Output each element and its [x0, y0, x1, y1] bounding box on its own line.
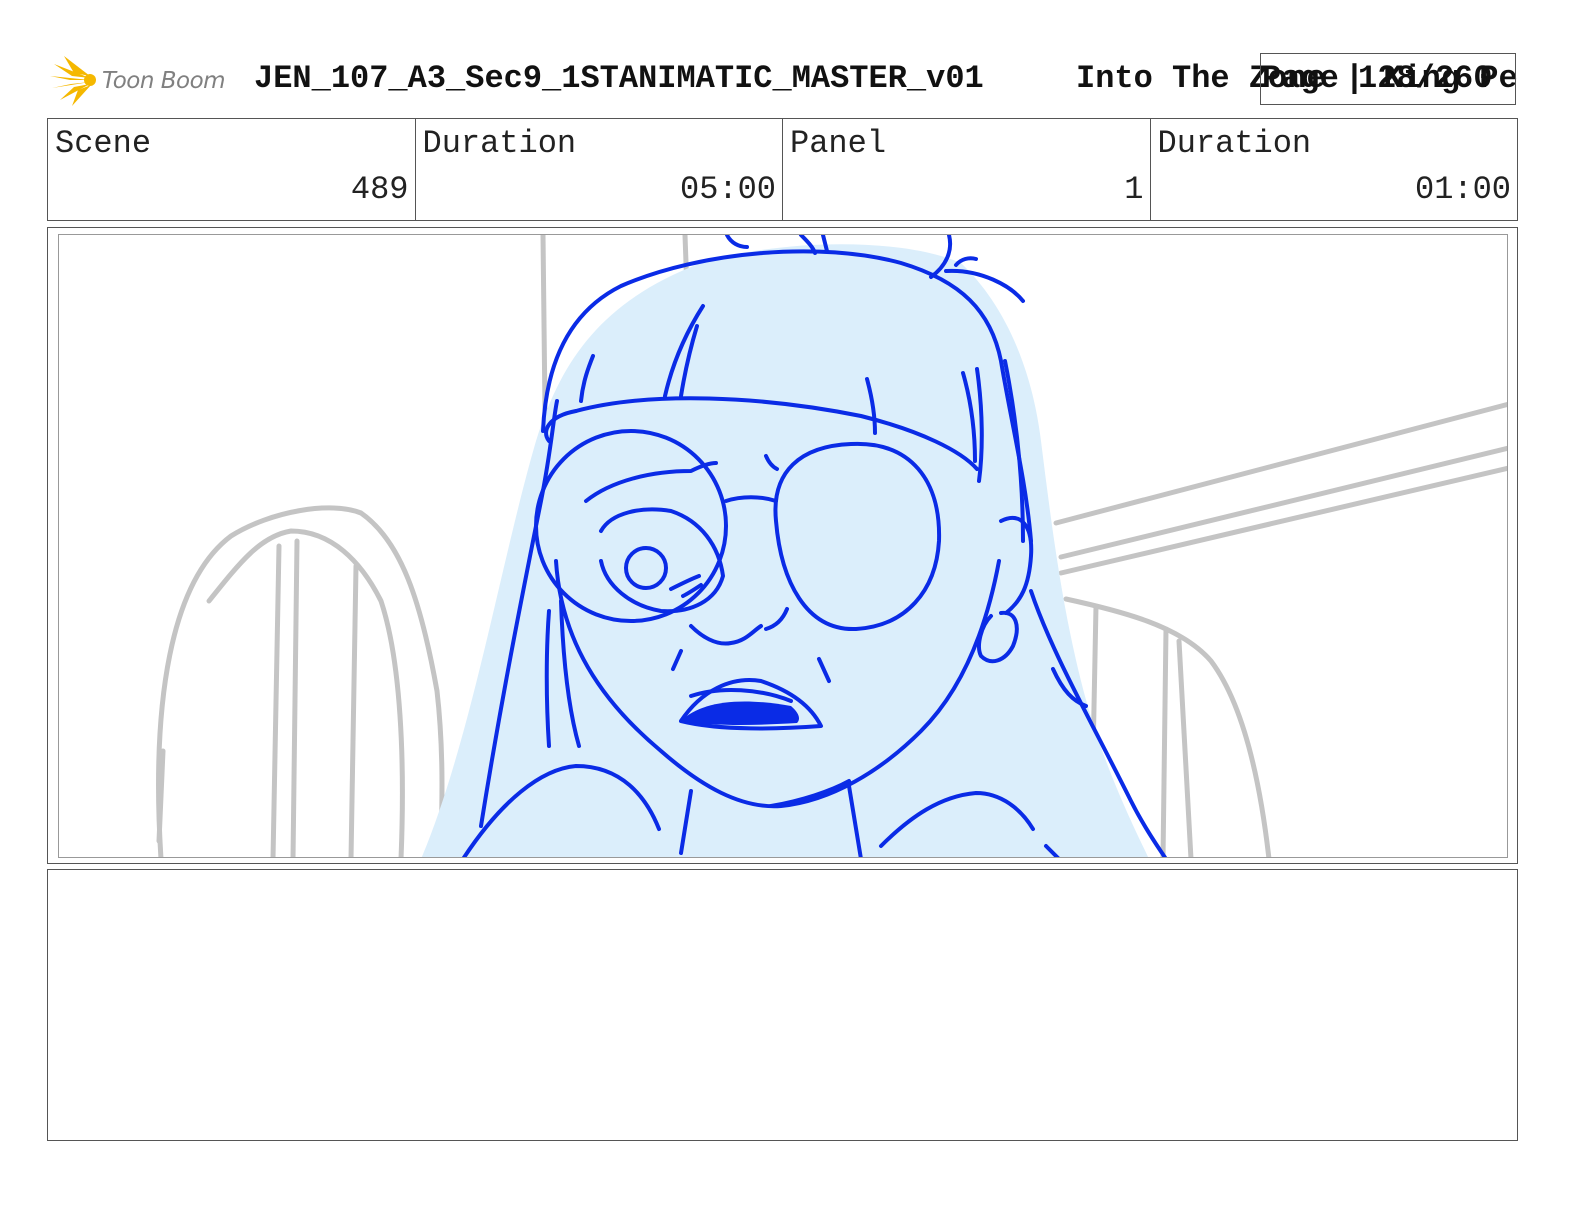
- scene-info-row: Scene 489 Duration 05:00 Panel 1 Duratio…: [47, 118, 1518, 221]
- panel-cell: Panel 1: [783, 119, 1151, 220]
- page-number: Page 128/260: [1262, 60, 1493, 97]
- panel-duration-value: 01:00: [1414, 171, 1511, 208]
- scene-duration-cell: Duration 05:00: [416, 119, 783, 220]
- panel-duration-cell: Duration 01:00: [1151, 119, 1518, 220]
- scene-cell: Scene 489: [48, 119, 416, 220]
- panel-label: Panel: [790, 125, 887, 162]
- document-title: JEN_107_A3_Sec9_1STANIMATIC_MASTER_v01: [254, 60, 984, 97]
- character-sketch: [156, 235, 1507, 857]
- panel-duration-label: Duration: [1157, 125, 1312, 162]
- scene-duration-label: Duration: [422, 125, 577, 162]
- toon-boom-logo: Toon Boom: [50, 54, 240, 106]
- scene-duration-value: 05:00: [679, 171, 776, 208]
- scene-value: 489: [350, 171, 409, 208]
- scene-label: Scene: [55, 125, 152, 162]
- starburst-icon: [50, 56, 96, 106]
- logo-text: Toon Boom: [102, 68, 226, 94]
- storyboard-panel-image: [58, 234, 1508, 858]
- panel-notes-box[interactable]: [47, 869, 1518, 1141]
- panel-value: 1: [1124, 171, 1144, 208]
